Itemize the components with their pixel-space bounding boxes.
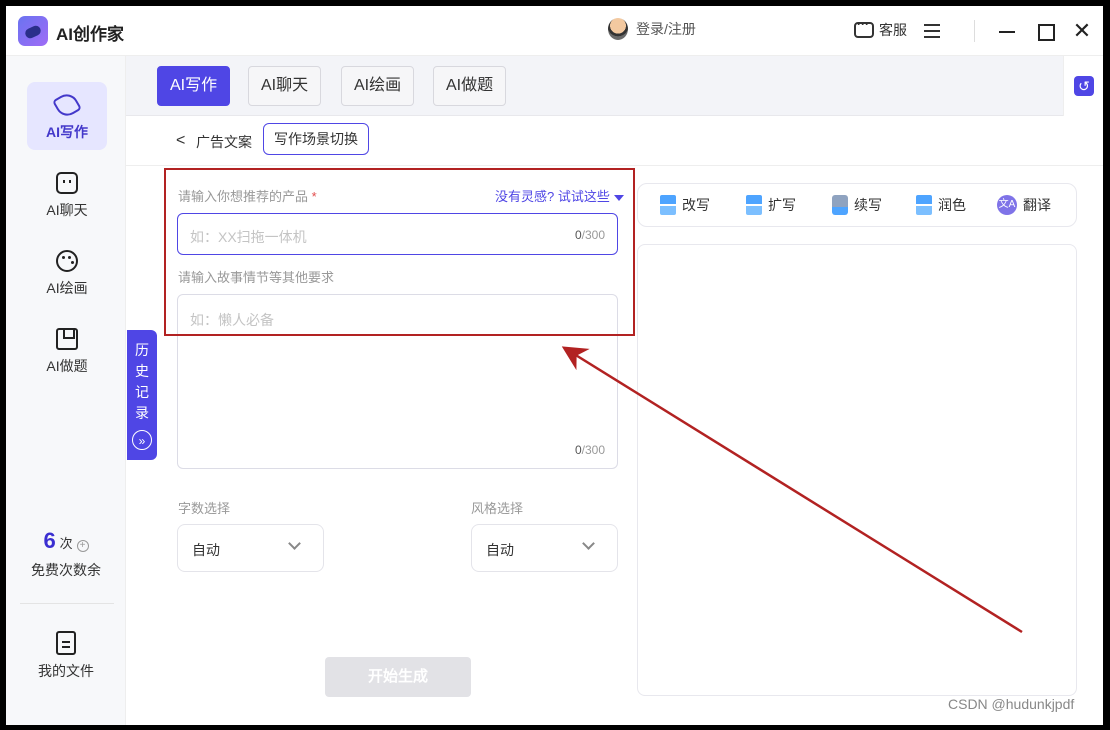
polish-button[interactable]: 润色 xyxy=(916,195,966,215)
chevron-down-icon xyxy=(288,537,301,550)
my-files-label: 我的文件 xyxy=(38,663,94,679)
undo-button[interactable]: ↺ xyxy=(1063,56,1103,116)
customer-service-button[interactable]: 客服 xyxy=(854,17,907,40)
sidebar-item-ai-homework[interactable]: AI做题 xyxy=(27,316,107,384)
story-char-count: 0/300 xyxy=(574,443,605,457)
credits-count: 6 xyxy=(43,528,56,553)
close-icon[interactable]: ✕ xyxy=(1071,20,1093,42)
sidebar-item-label: AI聊天 xyxy=(46,202,88,218)
continue-button[interactable]: 续写 xyxy=(832,195,882,215)
tab-ai-writing[interactable]: AI写作 xyxy=(157,66,231,106)
history-char: 录 xyxy=(135,405,149,421)
history-char: 史 xyxy=(135,363,149,379)
undo-icon: ↺ xyxy=(1074,76,1094,96)
tab-ai-homework[interactable]: AI做题 xyxy=(433,66,507,106)
tab-ai-drawing[interactable]: AI绘画 xyxy=(341,66,415,106)
credits-label: 免费次数余 xyxy=(31,562,101,578)
login-register[interactable]: 登录/注册 xyxy=(608,18,696,40)
tool-label: 续写 xyxy=(854,197,882,213)
title-bar: AI创作家 登录/注册 客服 ✕ xyxy=(6,6,1103,56)
sidebar-item-label: AI做题 xyxy=(46,358,88,374)
word-count-value: 自动 xyxy=(192,542,220,558)
expand-arrow-icon: » xyxy=(132,430,152,450)
sidebar-item-ai-drawing[interactable]: AI绘画 xyxy=(27,238,107,306)
style-label: 风格选择 xyxy=(471,501,524,516)
avatar xyxy=(608,18,628,40)
switch-scene-button[interactable]: 写作场景切换 xyxy=(263,123,369,155)
free-credits: 6 次 + 免费次数余 xyxy=(6,528,126,580)
tool-label: 扩写 xyxy=(768,197,796,213)
rewrite-icon xyxy=(660,195,676,215)
minimize-icon[interactable] xyxy=(996,20,1018,42)
watermark: CSDN @hudunkjpdf xyxy=(948,696,1075,712)
my-files-button[interactable]: 我的文件 xyxy=(26,631,106,681)
service-label: 客服 xyxy=(879,22,907,38)
chat-bubble-icon xyxy=(854,17,874,38)
chat-icon xyxy=(56,172,78,194)
word-count-label: 字数选择 xyxy=(178,501,231,516)
divider xyxy=(20,603,114,604)
back-icon[interactable]: < xyxy=(176,132,185,150)
sidebar-item-label: AI绘画 xyxy=(46,280,88,296)
document-icon xyxy=(56,631,76,655)
maximize-icon[interactable] xyxy=(1034,20,1056,42)
credits-unit: 次 xyxy=(59,536,73,551)
app-window: AI创作家 登录/注册 客服 ✕ AI写作 AI聊天 AI绘画 A xyxy=(6,6,1103,725)
sidebar-item-label: AI写作 xyxy=(46,124,88,140)
history-tab[interactable]: 历 史 记 录 » xyxy=(127,330,157,460)
rewrite-button[interactable]: 改写 xyxy=(660,195,710,215)
history-char: 历 xyxy=(135,342,149,358)
expand-button[interactable]: 扩写 xyxy=(746,195,796,215)
divider xyxy=(974,20,975,42)
app-title: AI创作家 xyxy=(56,25,124,44)
expand-icon xyxy=(746,195,762,215)
bookmark-icon xyxy=(56,328,78,350)
highlight-box xyxy=(164,168,635,336)
output-panel xyxy=(637,244,1077,696)
history-char: 记 xyxy=(135,384,149,400)
hamburger-menu-icon[interactable] xyxy=(924,24,940,38)
tab-bar: AI写作 AI聊天 AI绘画 AI做题 ↺ xyxy=(126,56,1103,116)
palette-icon xyxy=(56,250,78,272)
translate-icon: 文A xyxy=(997,195,1017,215)
polish-icon xyxy=(916,195,932,215)
tool-label: 改写 xyxy=(682,197,710,213)
word-count-select[interactable]: 自动 xyxy=(177,524,324,572)
breadcrumb-current: 广告文案 xyxy=(196,134,252,150)
app-logo-icon xyxy=(18,16,48,46)
sidebar-item-ai-chat[interactable]: AI聊天 xyxy=(27,160,107,228)
tool-label: 翻译 xyxy=(1023,197,1051,213)
generate-button[interactable]: 开始生成 xyxy=(325,657,471,697)
tool-label: 润色 xyxy=(938,197,966,213)
breadcrumb: < 广告文案 写作场景切换 xyxy=(126,116,1103,166)
translate-button[interactable]: 文A 翻译 xyxy=(997,195,1051,215)
pen-icon xyxy=(51,89,83,121)
tab-ai-chat[interactable]: AI聊天 xyxy=(248,66,322,106)
sidebar-item-ai-writing[interactable]: AI写作 xyxy=(27,82,107,150)
login-label: 登录/注册 xyxy=(636,21,696,37)
edit-toolbar: 改写 扩写 续写 润色 文A 翻译 xyxy=(637,183,1077,227)
sidebar: AI写作 AI聊天 AI绘画 AI做题 6 次 + 免费次数余 我的文件 xyxy=(6,56,126,725)
chevron-down-icon xyxy=(582,537,595,550)
add-credits-icon[interactable]: + xyxy=(76,540,89,552)
continue-icon xyxy=(832,195,848,215)
style-select[interactable]: 自动 xyxy=(471,524,618,572)
style-value: 自动 xyxy=(486,542,514,558)
